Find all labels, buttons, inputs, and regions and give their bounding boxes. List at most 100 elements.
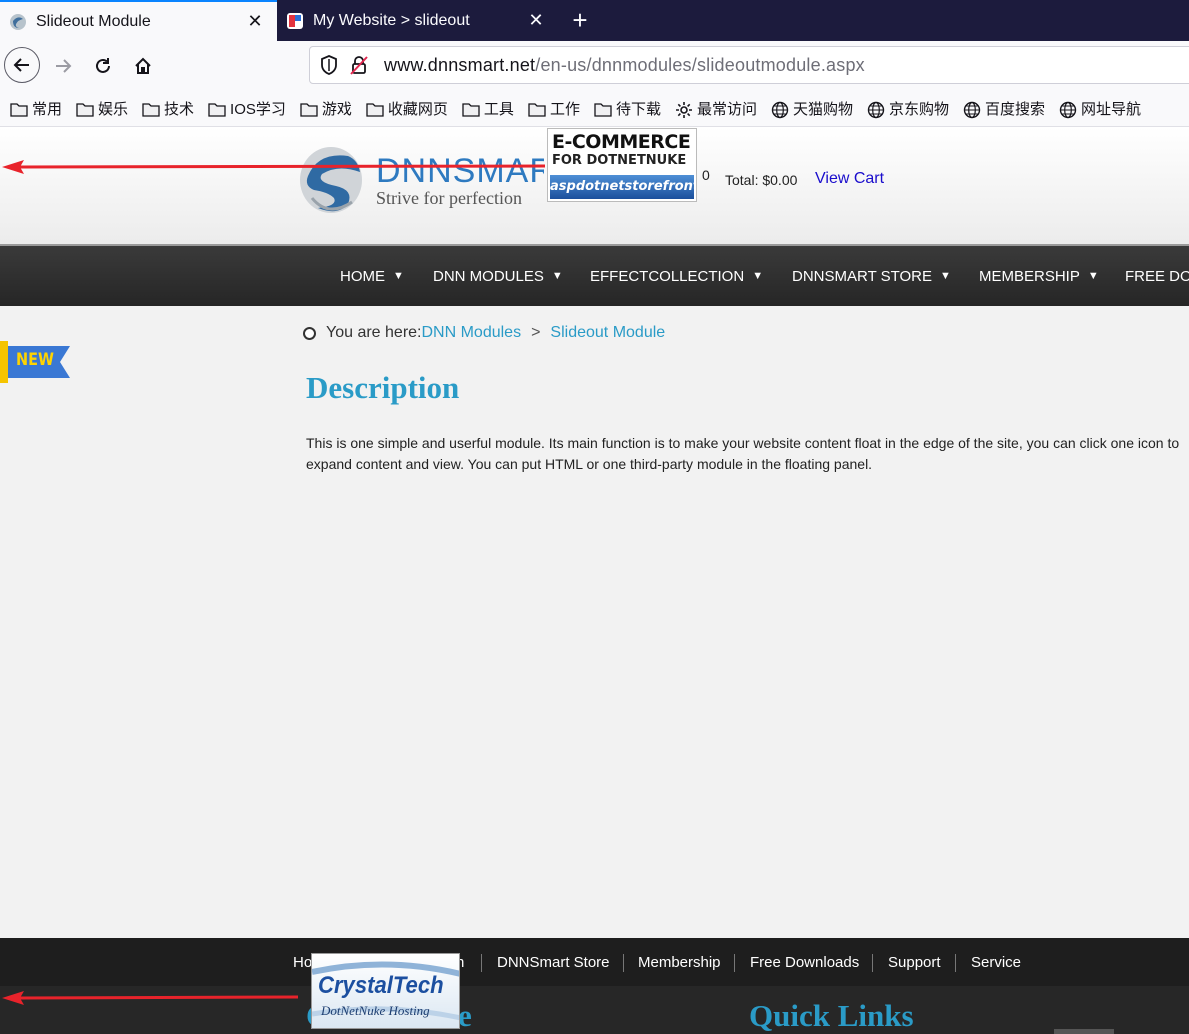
folder-icon [208, 101, 226, 117]
shield-icon[interactable] [318, 54, 340, 76]
bookmark-item[interactable]: 收藏网页 [366, 98, 448, 119]
tab-slideout-module[interactable]: Slideout Module ✕ [0, 0, 277, 41]
breadcrumb-link-dnn-modules[interactable]: DNN Modules [421, 324, 521, 342]
menu-item-dnnsmart-store[interactable]: DNNSMART STORE ▼ [792, 246, 951, 308]
slideout-new-badge[interactable]: NEW [0, 341, 70, 383]
menu-label: HOME [340, 268, 385, 285]
address-bar[interactable]: www.dnnsmart.net/en-us/dnnmodules/slideo… [309, 46, 1189, 84]
bookmarks-toolbar: 常用 娱乐 技术 IOS学习 游戏 收藏网页 工具 工作 待下载 最常访问 天猫购物 京东购物 百度搜索… [0, 91, 1189, 127]
crystaltech-banner[interactable]: CrystalTech DotNetNuke Hosting [311, 953, 460, 1029]
chevron-down-icon: ▼ [1087, 270, 1099, 282]
menu-label: EFFECTCOLLECTION [590, 268, 745, 285]
folder-icon [594, 101, 612, 117]
reload-icon [96, 58, 110, 73]
menu-label: MEMBERSHIP [979, 268, 1080, 285]
bookmark-item[interactable]: 百度搜索 [963, 98, 1045, 119]
close-tab-icon[interactable]: ✕ [245, 11, 265, 32]
home-button[interactable] [127, 50, 159, 82]
footer-link-support[interactable]: Support [888, 954, 941, 971]
reload-button[interactable] [87, 50, 119, 82]
menu-item-membership[interactable]: MEMBERSHIP ▼ [979, 246, 1099, 308]
footer-link-membership[interactable]: Membership [638, 954, 721, 971]
bookmark-item[interactable]: 天猫购物 [771, 98, 853, 119]
ad-line3: aspdotnetstorefront [550, 175, 694, 199]
quick-links-heading: Quick Links [749, 998, 914, 1033]
bookmark-item[interactable]: 常用 [10, 98, 62, 119]
ecommerce-banner[interactable]: E-COMMERCE FOR DOTNETNUKE aspdotnetstore… [547, 128, 697, 202]
menu-item-free-downloads[interactable]: FREE DOWNLOADS [1125, 246, 1189, 308]
folder-icon [366, 101, 384, 117]
menu-item-effectcollection[interactable]: EFFECTCOLLECTION ▼ [590, 246, 763, 308]
bookmark-label: 常用 [32, 101, 63, 118]
globe-icon [963, 101, 981, 118]
bookmark-item[interactable]: 游戏 [300, 98, 352, 119]
menu-item-home[interactable]: HOME ▼ [340, 246, 404, 308]
logo-tagline: Strive for perfection [376, 188, 522, 208]
bookmark-item[interactable]: 工作 [528, 98, 580, 119]
breadcrumb: You are here: DNN Modules > Slideout Mod… [303, 324, 665, 342]
bookmark-label: 百度搜索 [985, 101, 1046, 118]
bookmark-item[interactable]: 待下载 [594, 98, 661, 119]
menu-label: FREE DOWNLOADS [1125, 268, 1189, 285]
home-icon [135, 57, 151, 74]
bookmark-label: 收藏网页 [387, 101, 448, 118]
gear-icon [675, 101, 693, 118]
bookmark-item[interactable]: 工具 [462, 98, 514, 119]
bookmark-item[interactable]: 技术 [142, 98, 194, 119]
footer-separator [481, 954, 482, 972]
url-path: /en-us/dnnmodules/slideoutmodule.aspx [535, 54, 865, 75]
bookmark-label: 天猫购物 [792, 101, 853, 118]
close-tab-icon[interactable]: ✕ [526, 10, 546, 31]
chevron-down-icon: ▼ [940, 270, 951, 282]
forward-button[interactable] [47, 50, 79, 82]
bookmark-label: 游戏 [321, 101, 352, 118]
bookmark-item[interactable]: IOS学习 [208, 98, 286, 119]
description-heading: Description [306, 370, 460, 405]
bookmark-item[interactable]: 最常访问 [675, 98, 757, 119]
footer-link-dnnsmart-store[interactable]: DNNSmart Store [497, 954, 610, 971]
tab-my-website[interactable]: My Website > slideout ✕ [277, 0, 558, 41]
insecure-lock-icon[interactable] [348, 54, 370, 76]
breadcrumb-prefix: You are here: [326, 324, 422, 341]
dnnsmart-logo[interactable]: DNNSMART Strive for perfection [298, 140, 544, 220]
crystaltech-sub: DotNetNuke Hosting [321, 1003, 430, 1018]
menu-item-dnn-modules[interactable]: DNN MODULES ▼ [433, 246, 563, 308]
bookmark-label: IOS学习 [230, 101, 286, 118]
bookmark-label: 工作 [549, 101, 580, 118]
tab-title: Slideout Module [36, 12, 151, 30]
footer-separator [623, 954, 624, 972]
bookmark-item[interactable]: 京东购物 [867, 98, 949, 119]
globe-icon [867, 101, 885, 118]
cart-count: 0 [702, 167, 710, 183]
menu-label: DNN MODULES [433, 268, 544, 285]
dnn-favicon-icon [287, 12, 303, 29]
footer-link-home[interactable]: Ho [293, 954, 312, 971]
breadcrumb-link-slideout-module[interactable]: Slideout Module [550, 324, 665, 342]
url-text[interactable]: www.dnnsmart.net/en-us/dnnmodules/slideo… [384, 55, 865, 76]
chevron-down-icon: ▼ [551, 270, 563, 282]
footer-link-service[interactable]: Service [971, 954, 1021, 971]
chevron-down-icon: ▼ [752, 270, 764, 282]
footer-link-free-downloads[interactable]: Free Downloads [750, 954, 859, 971]
view-cart-link[interactable]: View Cart [815, 170, 884, 188]
footer-separator [734, 954, 735, 972]
folder-icon [10, 101, 28, 117]
folder-icon [462, 101, 480, 117]
bookmark-label: 娱乐 [98, 101, 129, 118]
content-area [0, 306, 1189, 938]
bookmark-label: 京东购物 [889, 101, 950, 118]
bookmark-item[interactable]: 网址导航 [1059, 98, 1141, 119]
red-arrow-header [2, 160, 545, 174]
folder-icon [142, 101, 160, 117]
back-button[interactable] [4, 47, 40, 83]
bookmark-label: 最常访问 [696, 101, 757, 118]
crystaltech-name: CrystalTech [318, 972, 444, 999]
footer-scroll-indicator [1054, 1029, 1114, 1034]
folder-icon [528, 101, 546, 117]
menu-label: DNNSMART STORE [792, 268, 933, 285]
forward-arrow-icon [56, 59, 72, 73]
badge-text: NEW [16, 350, 54, 370]
new-tab-icon[interactable]: + [567, 4, 593, 36]
bookmark-item[interactable]: 娱乐 [76, 98, 128, 119]
tab-title: My Website > slideout [313, 11, 470, 29]
